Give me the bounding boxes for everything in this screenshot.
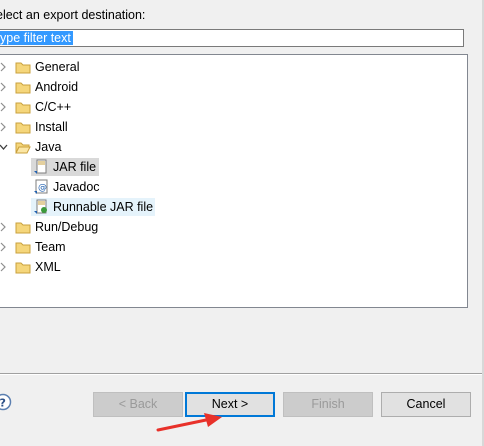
jar-file-icon <box>33 159 49 175</box>
tree-item-install[interactable]: Install <box>0 117 467 137</box>
tree-item-cpp[interactable]: C/C++ <box>0 97 467 117</box>
filter-input[interactable]: ype filter text <box>0 29 464 47</box>
button-bar-separator-highlight <box>0 374 482 375</box>
expand-chevron-icon[interactable] <box>0 257 9 277</box>
tree-item-label: Install <box>35 120 68 134</box>
tree-item-xml[interactable]: XML <box>0 257 467 277</box>
help-icon[interactable]: ? <box>0 393 12 411</box>
tree-item-team[interactable]: Team <box>0 237 467 257</box>
tree-item-label: Android <box>35 80 79 94</box>
folder-icon <box>15 99 31 115</box>
expand-chevron-icon[interactable] <box>0 57 9 77</box>
expand-chevron-icon[interactable] <box>0 237 9 257</box>
collapse-chevron-icon[interactable] <box>0 137 9 157</box>
annotation-arrow <box>156 413 222 432</box>
tree-item-label: General <box>35 60 80 74</box>
runnable-jar-icon <box>33 199 49 215</box>
javadoc-icon: @ <box>33 179 49 195</box>
folder-icon <box>15 259 31 275</box>
tree-item-label: Runnable JAR file <box>53 200 154 214</box>
tree-item-label: Javadoc <box>53 180 100 194</box>
tree-item-general[interactable]: General <box>0 57 467 77</box>
tree-item-java[interactable]: Java <box>0 137 467 157</box>
tree-item-run-debug[interactable]: Run/Debug <box>0 217 467 237</box>
filter-placeholder-text: ype filter text <box>0 31 73 45</box>
tree-item-javadoc[interactable]: @ Javadoc <box>0 177 467 197</box>
export-wizard-tree[interactable]: General Android C/C++ Install Java JAR f… <box>0 54 468 308</box>
folder-icon <box>15 119 31 135</box>
expand-chevron-icon[interactable] <box>0 77 9 97</box>
svg-text:?: ? <box>0 397 6 410</box>
folder-icon <box>15 219 31 235</box>
folder-open-icon <box>15 139 31 155</box>
expand-chevron-icon[interactable] <box>0 117 9 137</box>
tree-item-label: XML <box>35 260 61 274</box>
folder-icon <box>15 239 31 255</box>
tree-item-label: Team <box>35 240 66 254</box>
svg-text:@: @ <box>38 183 47 193</box>
tree-item-jar-file[interactable]: JAR file <box>0 157 467 177</box>
tree-item-label: Run/Debug <box>35 220 99 234</box>
tree-item-runnable-jar[interactable]: Runnable JAR file <box>0 197 467 217</box>
finish-button[interactable]: Finish <box>283 392 373 417</box>
cancel-button[interactable]: Cancel <box>381 392 471 417</box>
folder-icon <box>15 79 31 95</box>
expand-chevron-icon[interactable] <box>0 217 9 237</box>
instruction-label: elect an export destination: <box>0 8 146 22</box>
tree-item-label: JAR file <box>53 160 97 174</box>
folder-icon <box>15 59 31 75</box>
expand-chevron-icon[interactable] <box>0 97 9 117</box>
tree-item-android[interactable]: Android <box>0 77 467 97</box>
tree-item-label: C/C++ <box>35 100 72 114</box>
tree-item-label: Java <box>35 140 62 154</box>
